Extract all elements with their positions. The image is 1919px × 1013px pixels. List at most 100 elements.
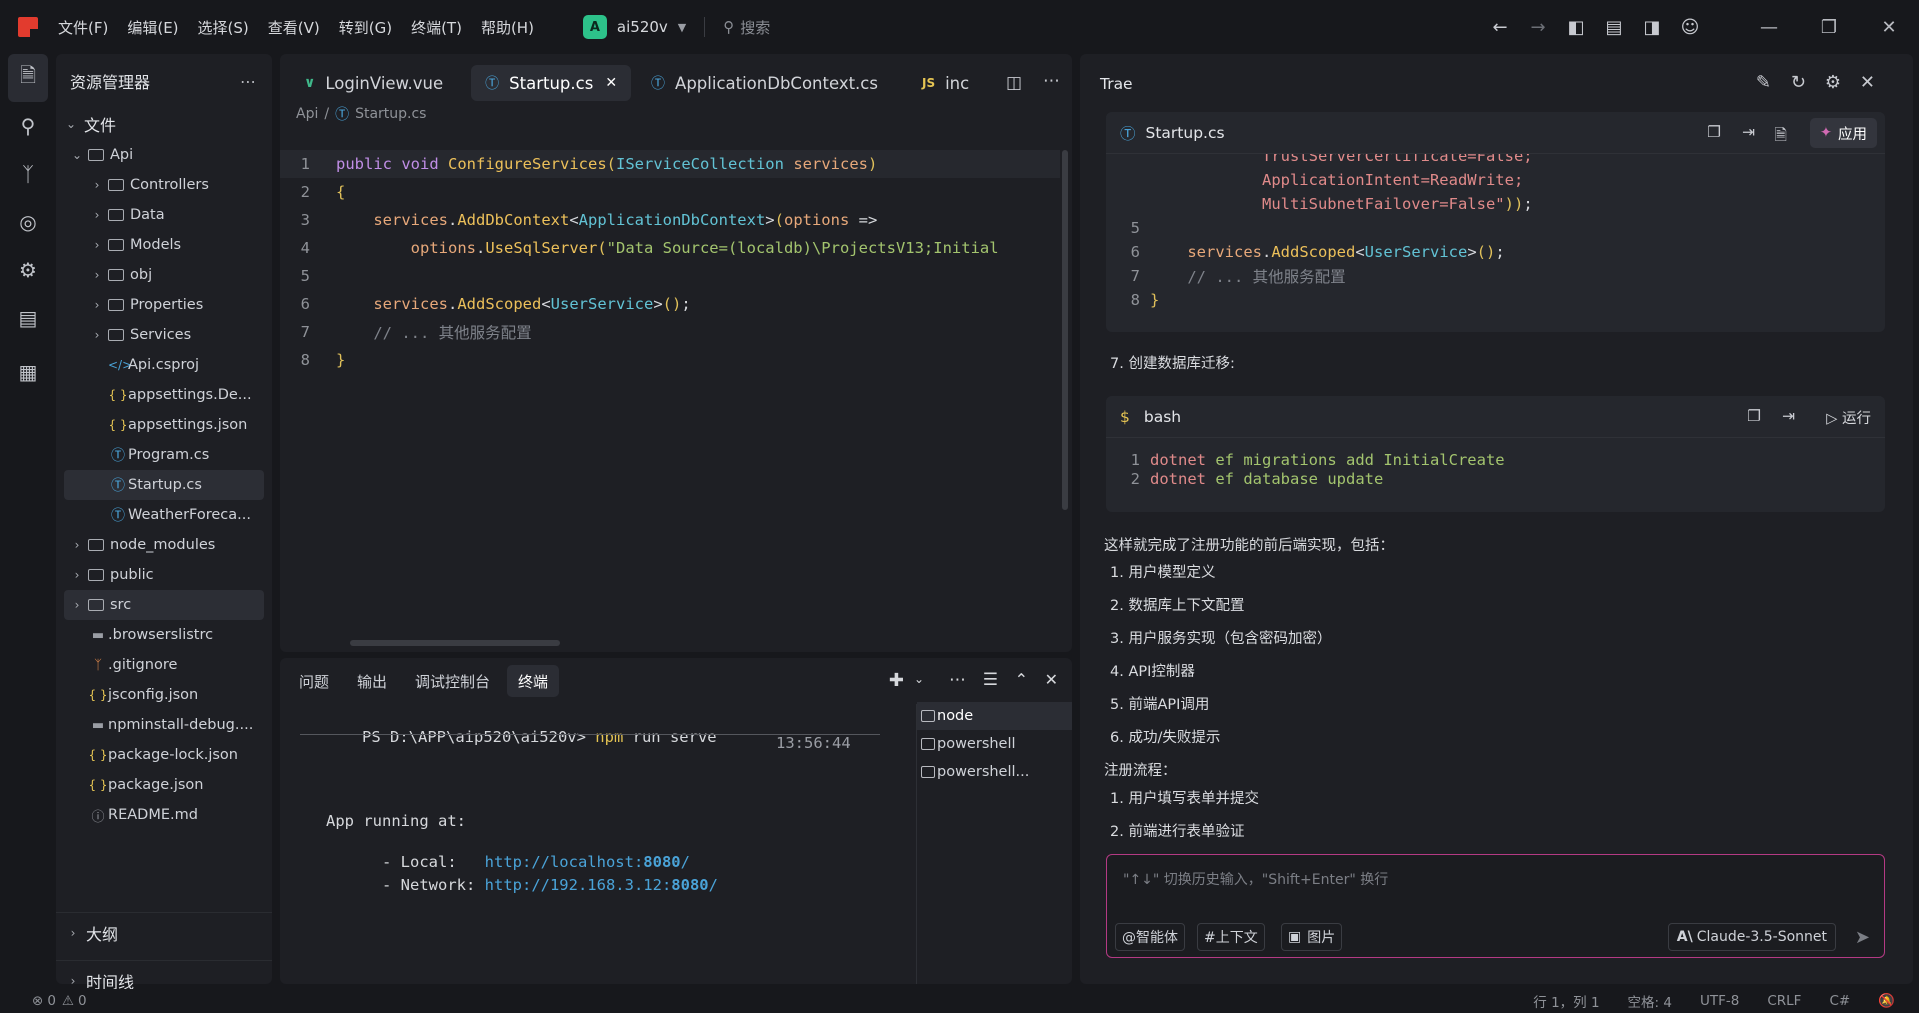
tab-loginview[interactable]: ∨ LoginView.vue: [290, 65, 457, 101]
tree-item[interactable]: Ⓣ WeatherForeca...: [56, 500, 272, 530]
tree-item[interactable]: { } package-lock.json: [56, 740, 272, 770]
remote-explorer-icon[interactable]: ◎: [0, 198, 56, 246]
tree-item[interactable]: › src: [64, 590, 264, 620]
network-port[interactable]: 8080: [671, 876, 708, 894]
toggle-panel-icon[interactable]: ▤: [1595, 0, 1633, 54]
tab-terminal[interactable]: 终端: [507, 665, 560, 697]
notifications-icon[interactable]: 🔕: [1878, 993, 1895, 1009]
tree-item[interactable]: Ⓣ Startup.cs: [64, 470, 264, 500]
tree-item[interactable]: › Models: [56, 230, 272, 260]
chat-input[interactable]: "↑↓" 切换历史输入，"Shift+Enter" 换行 @智能体 #上下文 ▣…: [1106, 854, 1885, 958]
send-icon[interactable]: ➤: [1855, 927, 1870, 948]
history-icon[interactable]: ↻: [1791, 72, 1806, 93]
cursor-position[interactable]: 行 1，列 1: [1533, 991, 1599, 1011]
tree-item[interactable]: ⓘ README.md: [56, 800, 272, 830]
source-control-icon[interactable]: ᛉ: [0, 150, 56, 198]
menu-help[interactable]: 帮助(H): [481, 17, 534, 38]
debug-icon[interactable]: ⚙: [0, 246, 56, 294]
close-icon[interactable]: ✕: [1860, 72, 1875, 93]
remote-window-icon[interactable]: ▤: [0, 294, 56, 342]
tree-item[interactable]: { } package.json: [56, 770, 272, 800]
chevron-down-icon[interactable]: ⌄: [914, 672, 924, 686]
tree-item[interactable]: { } jsconfig.json: [56, 680, 272, 710]
menu-selection[interactable]: 选择(S): [198, 17, 249, 38]
section-files[interactable]: ⌄ 文件: [56, 108, 272, 140]
insert-icon[interactable]: ⇥: [1742, 123, 1755, 141]
tree-item[interactable]: › Properties: [56, 290, 272, 320]
settings-icon[interactable]: ⚙: [1825, 72, 1841, 93]
section-outline[interactable]: › 大纲: [56, 912, 272, 952]
language-mode[interactable]: C#: [1829, 993, 1850, 1009]
back-arrow-icon[interactable]: ←: [1481, 0, 1519, 54]
new-chat-icon[interactable]: ✎: [1756, 72, 1771, 93]
agent-button[interactable]: @智能体: [1115, 923, 1185, 951]
copy-icon[interactable]: ❐: [1707, 123, 1721, 141]
search-view-icon[interactable]: ⚲: [0, 102, 56, 150]
close-panel-icon[interactable]: ✕: [1045, 670, 1058, 689]
horizontal-scrollbar[interactable]: [350, 640, 560, 646]
more-actions-icon[interactable]: ⋯: [240, 72, 256, 91]
tab-debug-console[interactable]: 调试控制台: [404, 665, 501, 697]
network-url[interactable]: http://192.168.3.12:: [485, 876, 672, 894]
menu-goto[interactable]: 转到(G): [339, 17, 392, 38]
toggle-sidebar-icon[interactable]: ◧: [1557, 0, 1595, 54]
tree-item[interactable]: ▬ npminstall-debug....: [56, 710, 272, 740]
account-icon[interactable]: ☺: [1671, 0, 1709, 54]
minimize-icon[interactable]: —: [1739, 0, 1799, 54]
search-box[interactable]: ⚲ 搜索: [723, 17, 770, 38]
model-selector[interactable]: A\ Claude-3.5-Sonnet: [1667, 923, 1836, 951]
more-actions-icon[interactable]: ⋯: [949, 670, 966, 690]
tree-item[interactable]: Ⓣ Program.cs: [56, 440, 272, 470]
terminal-item-powershell-2[interactable]: powershell...: [917, 758, 1072, 786]
add-terminal-icon[interactable]: ✚: [889, 670, 904, 691]
extensions-icon[interactable]: ▦: [0, 348, 56, 396]
apply-button[interactable]: ✦ 应用: [1809, 118, 1877, 148]
more-actions-icon[interactable]: ⋯: [1043, 71, 1060, 91]
encoding[interactable]: UTF-8: [1700, 993, 1739, 1009]
split-editor-icon[interactable]: ◫: [1006, 73, 1022, 93]
menu-file[interactable]: 文件(F): [58, 17, 108, 38]
tree-item[interactable]: </> Api.csproj: [56, 350, 272, 380]
explorer-icon[interactable]: 🗎: [8, 54, 48, 102]
tab-applicationdbcontext[interactable]: Ⓣ ApplicationDbContext.cs: [637, 65, 892, 101]
terminal-item-powershell[interactable]: powershell: [917, 730, 1072, 758]
tree-item[interactable]: › Data: [56, 200, 272, 230]
tree-item[interactable]: ᛉ .gitignore: [56, 650, 272, 680]
indentation[interactable]: 空格: 4: [1628, 991, 1672, 1011]
terminal-layout-icon[interactable]: ☰: [983, 670, 998, 690]
line-ending[interactable]: CRLF: [1767, 993, 1801, 1009]
maximize-panel-icon[interactable]: ⌃: [1015, 670, 1028, 689]
tree-item[interactable]: › public: [56, 560, 272, 590]
insert-icon[interactable]: ⇥: [1782, 407, 1795, 425]
terminal[interactable]: PS D:\APP\aip520\ai520v> npm run serve 1…: [280, 704, 916, 984]
tree-item[interactable]: ▬ .browserslistrc: [56, 620, 272, 650]
toggle-right-panel-icon[interactable]: ◨: [1633, 0, 1671, 54]
forward-arrow-icon[interactable]: →: [1519, 0, 1557, 54]
menu-terminal[interactable]: 终端(T): [411, 17, 462, 38]
tab-inc[interactable]: JS inc: [908, 65, 973, 101]
code-view[interactable]: 1 public void ConfigureServices(IServiceC…: [280, 150, 1060, 374]
tree-item[interactable]: { } appsettings.De...: [56, 380, 272, 410]
tree-item[interactable]: › node_modules: [56, 530, 272, 560]
tab-output[interactable]: 输出: [346, 665, 398, 697]
run-button[interactable]: ▷ 运行: [1826, 407, 1871, 428]
new-file-icon[interactable]: 🗎: [1775, 123, 1787, 150]
tab-problems[interactable]: 问题: [288, 665, 340, 697]
error-count[interactable]: 0: [47, 993, 56, 1009]
project-switcher[interactable]: A ai520v ▼: [582, 15, 686, 39]
tree-item[interactable]: › obj: [56, 260, 272, 290]
vertical-scrollbar[interactable]: [1062, 150, 1068, 510]
tree-item[interactable]: › Services: [56, 320, 272, 350]
restore-icon[interactable]: ❐: [1799, 0, 1859, 54]
terminal-item-node[interactable]: node: [917, 702, 1072, 730]
close-icon[interactable]: ✕: [605, 75, 617, 91]
menu-view[interactable]: 查看(V): [268, 17, 320, 38]
tree-item[interactable]: › Controllers: [56, 170, 272, 200]
tree-item[interactable]: ⌄ Api: [56, 140, 272, 170]
image-button[interactable]: ▣ 图片: [1281, 923, 1343, 951]
warning-count[interactable]: 0: [78, 993, 87, 1009]
error-icon[interactable]: ⊗: [32, 993, 43, 1009]
copy-icon[interactable]: ❐: [1747, 407, 1761, 425]
context-button[interactable]: #上下文: [1197, 923, 1265, 951]
tab-startup[interactable]: Ⓣ Startup.cs ✕: [471, 65, 632, 101]
